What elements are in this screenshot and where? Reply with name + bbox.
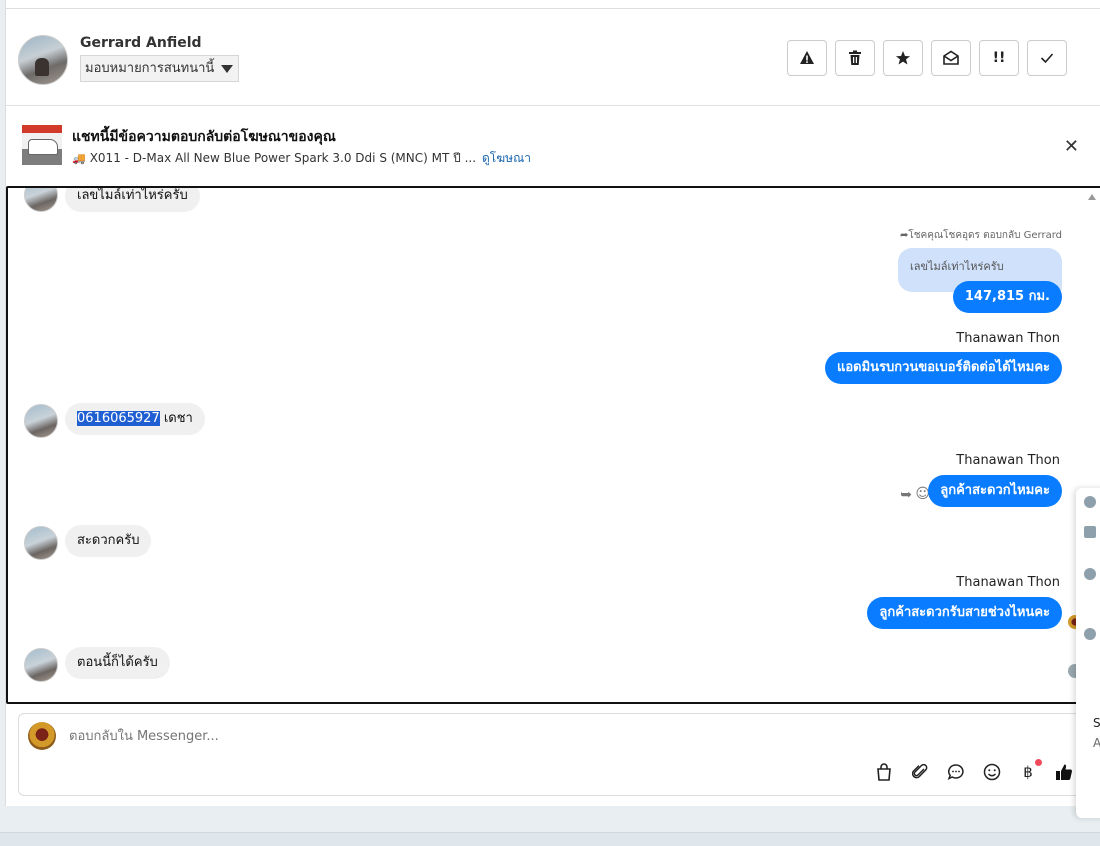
paperclip-icon[interactable] [910,762,930,782]
outgoing-message[interactable]: ลูกค้าสะดวกไหมคะ [928,475,1062,507]
assign-conversation-dropdown[interactable]: มอบหมายการสนทนานี้ [80,55,240,82]
incoming-message[interactable]: ตอนนี้ก็ได้ครับ [65,647,170,679]
report-spam-button[interactable] [787,40,827,76]
sender-avatar [24,404,58,438]
reply-note: ➦โชคคุณโชคอุดร ตอบกลับ Gerrard [900,228,1062,243]
outgoing-message[interactable]: 147,815 กม. [952,281,1062,313]
sender-avatar [24,648,58,682]
emoji-icon[interactable] [982,762,1002,782]
assign-label: มอบหมายการสนทนานี้ [85,61,215,76]
side-panel-sliver[interactable]: S A [1076,488,1100,818]
reply-note-text: โชคคุณโชคอุดร ตอบกลับ Gerrard [908,230,1062,241]
message-thread[interactable]: เลขไมล์เท่าไหร่ครับ ➦โชคคุณโชคอุดร ตอบกล… [6,186,1100,704]
sender-name: Thanawan Thon [956,575,1060,590]
truck-icon: 🚚 [72,152,86,165]
incoming-message[interactable]: สะดวกครับ [65,525,152,557]
baht-icon[interactable]: ฿ [1018,762,1038,782]
envelope-open-icon [943,50,959,65]
star-icon [896,51,910,65]
reply-action-icon[interactable]: ➥ [900,487,912,503]
double-exclamation-icon: !! [992,50,1006,66]
caret-down-icon [221,65,234,73]
ad-reply-banner: แชทนี้มีข้อความตอบกลับต่อโฆษณาของคุณ 🚚 X0… [6,106,1100,186]
sender-name: Thanawan Thon [956,331,1060,346]
outgoing-message[interactable]: ลูกค้าสะดวกรับสายช่วงไหนคะ [867,597,1062,629]
follow-up-button[interactable]: !! [979,40,1019,76]
sender-avatar [24,188,58,212]
outgoing-message[interactable]: แอดมินรบกวนขอเบอร์ติดต่อได้ไหมคะ [824,352,1062,384]
user-avatar[interactable] [18,35,68,85]
highlighted-phone-number[interactable]: 0616065927 [77,411,160,426]
mini-thumbnail [1084,526,1096,538]
mini-avatar [1084,628,1096,640]
ad-thumbnail [22,125,62,165]
saved-reply-icon[interactable] [946,762,966,782]
warning-icon [800,51,814,64]
side-text: A [1093,736,1100,750]
mark-done-button[interactable] [1027,40,1067,76]
delete-button[interactable] [835,40,875,76]
trash-icon [849,50,861,65]
incoming-message[interactable]: เลขไมล์เท่าไหร่ครับ [65,188,200,212]
message-composer: ฿ [18,713,1088,796]
notification-dot [1035,759,1042,766]
inbox-conversation-pane: Gerrard Anfield มอบหมายการสนทนานี้ !! แช… [5,0,1100,806]
close-icon[interactable]: ✕ [1064,136,1079,157]
thumbs-up-icon[interactable] [1054,762,1074,782]
bag-icon[interactable] [874,762,894,782]
conversation-header: Gerrard Anfield มอบหมายการสนทนานี้ !! [6,9,1100,106]
sender-name: Thanawan Thon [956,453,1060,468]
checkmark-icon [1040,53,1054,64]
mini-avatar [1084,496,1096,508]
side-text: S [1093,716,1100,730]
message-text: เดชา [159,411,193,426]
incoming-message[interactable]: 0616065927 เดชา [65,403,205,435]
banner-title: แชทนี้มีข้อความตอบกลับต่อโฆษณาของคุณ [72,129,336,145]
sender-avatar [24,526,58,560]
ad-description: 🚚 X011 - D-Max All New Blue Power Spark 3… [72,149,531,168]
ad-text: X011 - D-Max All New Blue Power Spark 3.… [89,151,477,165]
view-ad-link[interactable]: ดูโฆษณา [482,151,531,165]
scroll-up-arrow[interactable] [1088,194,1096,200]
page-avatar [28,722,56,750]
mini-avatar [1084,568,1096,580]
mark-unread-button[interactable] [931,40,971,76]
star-button[interactable] [883,40,923,76]
reply-input[interactable] [67,728,971,745]
bottom-bar [0,832,1100,846]
user-name[interactable]: Gerrard Anfield [80,35,202,51]
